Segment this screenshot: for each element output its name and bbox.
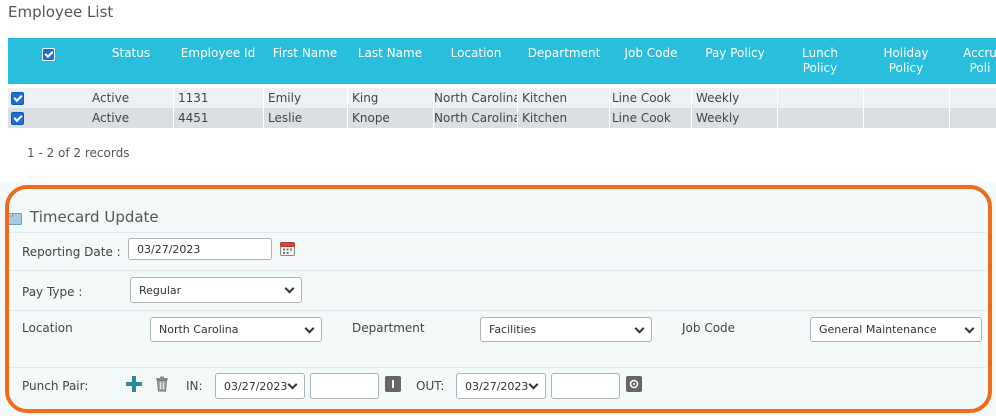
cell-employee-id: 4451 <box>174 108 264 128</box>
cell-pay-policy: Weekly <box>692 108 778 128</box>
cell-first-name: Leslie <box>264 108 348 128</box>
col-accrual-policy[interactable]: Accru Poli <box>950 38 996 84</box>
col-employee-id[interactable]: Employee Id <box>174 38 262 84</box>
col-accrual-policy-line2: Poli <box>969 61 991 75</box>
cell-location: North Carolina <box>430 108 518 128</box>
row-checkbox[interactable] <box>11 112 24 125</box>
cell-lunch-policy <box>778 88 864 108</box>
col-location[interactable]: Location <box>434 38 518 84</box>
col-holiday-policy-line1: Holiday <box>883 46 929 60</box>
row-checkbox[interactable] <box>11 92 24 105</box>
cell-holiday-policy <box>864 88 950 108</box>
cell-department: Kitchen <box>518 88 610 108</box>
col-lunch-policy-line1: Lunch <box>802 46 838 60</box>
col-holiday-policy-line2: Policy <box>888 61 924 75</box>
grid-header: Status Employee Id First Name Last Name … <box>8 38 996 84</box>
table-row[interactable]: Active 4451 Leslie Knope North Carolina … <box>8 108 996 128</box>
cell-last-name: Knope <box>348 108 434 128</box>
cell-accrual-policy <box>950 108 996 128</box>
table-row[interactable]: Active 1131 Emily King North Carolina Ki… <box>8 88 996 108</box>
col-first-name[interactable]: First Name <box>264 38 346 84</box>
col-pay-policy[interactable]: Pay Policy <box>694 38 776 84</box>
cell-holiday-policy <box>864 108 950 128</box>
cell-status: Active <box>88 108 174 128</box>
col-status[interactable]: Status <box>96 38 166 84</box>
records-count: 1 - 2 of 2 records <box>27 146 130 160</box>
col-lunch-policy[interactable]: Lunch Policy <box>778 38 862 84</box>
cell-first-name: Emily <box>264 88 348 108</box>
highlight-frame <box>5 185 992 413</box>
employee-grid: Status Employee Id First Name Last Name … <box>8 38 996 128</box>
col-accrual-policy-line1: Accru <box>963 46 996 60</box>
cell-department: Kitchen <box>518 108 610 128</box>
cell-job-code: Line Cook <box>608 88 692 108</box>
cell-location: North Carolina <box>430 88 518 108</box>
cell-accrual-policy <box>950 88 996 108</box>
col-department[interactable]: Department <box>520 38 608 84</box>
employee-list-title: Employee List <box>8 3 114 21</box>
cell-employee-id: 1131 <box>174 88 264 108</box>
cell-lunch-policy <box>778 108 864 128</box>
col-last-name[interactable]: Last Name <box>348 38 432 84</box>
col-holiday-policy[interactable]: Holiday Policy <box>864 38 948 84</box>
cell-status: Active <box>88 88 174 108</box>
col-lunch-policy-line2: Policy <box>802 61 838 75</box>
cell-last-name: King <box>348 88 434 108</box>
cell-pay-policy: Weekly <box>692 88 778 108</box>
select-all-checkbox[interactable] <box>42 48 55 61</box>
col-job-code[interactable]: Job Code <box>610 38 692 84</box>
cell-job-code: Line Cook <box>608 108 692 128</box>
